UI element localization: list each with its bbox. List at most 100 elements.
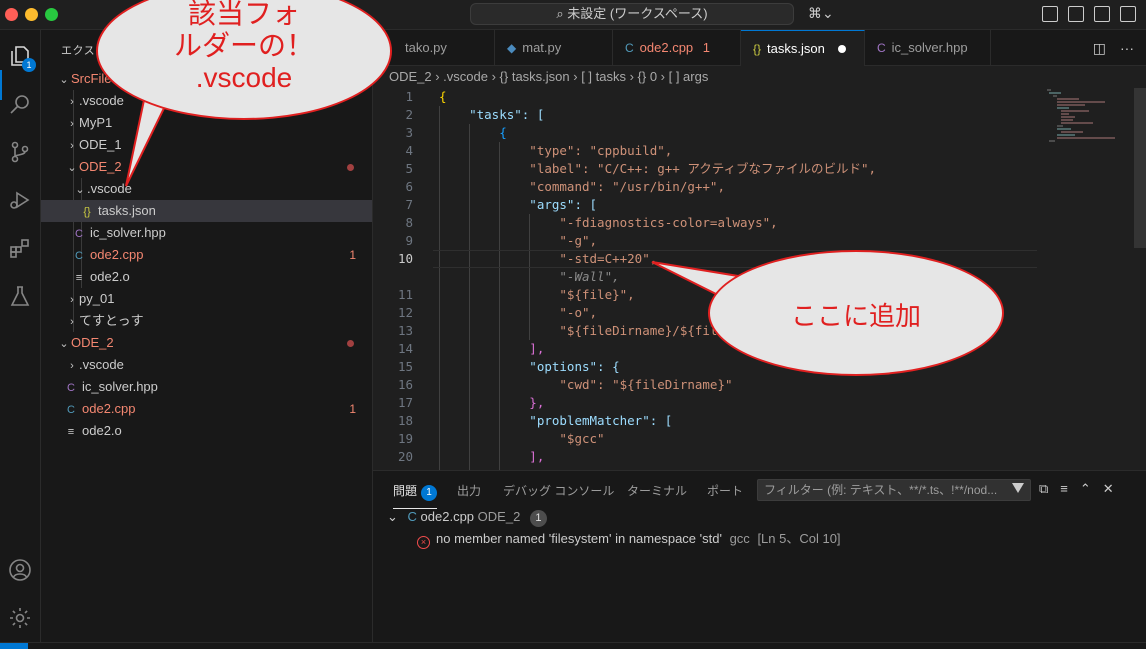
split-editor-icon[interactable]: ◫	[1093, 40, 1106, 57]
code-text: ],	[439, 449, 545, 464]
line-number: 11	[397, 287, 413, 302]
minimize-window-button[interactable]	[25, 8, 38, 21]
tab-tasks-json[interactable]: {} tasks.json	[741, 30, 865, 66]
copilot-icon[interactable]: ⌘⌄	[808, 5, 834, 22]
problem-item[interactable]: × no member named 'filesystem' in namespa…	[417, 529, 841, 549]
more-actions-icon[interactable]: ···	[1120, 40, 1134, 57]
error-icon: ×	[417, 536, 430, 549]
chevron-down-icon: ⌄	[67, 162, 77, 174]
maximize-window-button[interactable]	[45, 8, 58, 21]
source-control-icon[interactable]	[6, 138, 34, 166]
tree-item-ode2-nested[interactable]: ⌄ ODE_2	[41, 156, 372, 178]
tree-item-ic-solver-hpp-2[interactable]: Cic_solver.hpp	[41, 376, 372, 398]
problem-file-name: ode2.cpp	[420, 509, 475, 524]
json-file-icon: {}	[753, 42, 762, 56]
line-number: 6	[405, 179, 413, 194]
code-text: "args": [	[439, 197, 598, 212]
editor-actions: ◫ ···	[1093, 40, 1134, 57]
line-number: 4	[405, 143, 413, 158]
line-number: 15	[397, 359, 413, 374]
tab-terminal[interactable]: ターミナル	[627, 482, 687, 499]
close-window-button[interactable]	[5, 8, 18, 21]
code-line: 5 "label": "C/C++: g++ アクティブなファイルのビルド",	[373, 160, 1053, 178]
tab-debug-console[interactable]: デバッグ コンソール	[503, 482, 614, 499]
explorer-icon[interactable]: 1	[6, 42, 36, 72]
line-number: 9	[405, 233, 413, 248]
problem-folder: ODE_2	[477, 509, 521, 524]
line-number: 2	[405, 107, 413, 122]
code-text: "type": "cppbuild",	[439, 143, 673, 158]
extensions-icon[interactable]	[6, 234, 34, 262]
code-text: {	[439, 125, 507, 140]
command-center-search[interactable]: ⌕ 未設定 (ワークスペース)	[470, 3, 794, 25]
customize-layout-icon[interactable]	[1042, 6, 1058, 22]
chevron-right-icon: ›	[70, 294, 74, 306]
tree-item-tasks-json[interactable]: {} tasks.json	[41, 200, 372, 222]
tree-item-vscode-expanded[interactable]: ⌄ .vscode	[41, 178, 372, 200]
code-line: 18 "problemMatcher": [	[373, 412, 1053, 430]
problem-file-row[interactable]: ⌄ C ode2.cpp ODE_2 1	[387, 507, 547, 527]
search-icon[interactable]	[6, 90, 34, 118]
tree-item-label: ode2.cpp	[90, 247, 144, 262]
filter-icon[interactable]	[1012, 483, 1024, 493]
view-as-list-icon[interactable]: ≡	[1060, 481, 1068, 497]
code-line: 3 {	[373, 124, 1053, 142]
problems-filter-input[interactable]: フィルター (例: テキスト、**/*.ts、!**/nod...	[757, 479, 1031, 501]
cpp-header-file-icon: C	[67, 382, 75, 394]
tree-item-label: ode2.cpp	[82, 401, 136, 416]
tree-item-ode1[interactable]: › ODE_1	[41, 134, 372, 156]
callout-text: ここに追加	[790, 301, 921, 331]
code-text: "command": "/usr/bin/g++",	[439, 179, 725, 194]
code-line: 4 "type": "cppbuild",	[373, 142, 1053, 160]
tab-problems[interactable]: 問題 1	[393, 482, 438, 509]
toggle-panel-icon[interactable]	[1094, 6, 1110, 22]
toggle-secondary-sidebar-icon[interactable]	[1120, 6, 1136, 22]
tab-ode2-cpp[interactable]: Code2.cpp 1	[613, 30, 741, 66]
tab-ports[interactable]: ポート	[707, 482, 743, 499]
code-line: 19 "$gcc"	[373, 430, 1053, 448]
tree-item-ode2-o[interactable]: ≡ ode2.o	[41, 266, 372, 288]
tab-label: tako.py	[405, 40, 447, 55]
code-text: "options": {	[439, 359, 620, 374]
close-panel-icon[interactable]: ✕	[1103, 481, 1114, 497]
editor-tab-bar: tako.py ◆ mat.py Code2.cpp 1 {} tasks.json…	[373, 30, 1146, 66]
tree-item-ode2-cpp[interactable]: Code2.cpp 1	[41, 244, 372, 266]
tree-item-ode2-o-2[interactable]: ≡ ode2.o	[41, 420, 372, 442]
accounts-icon[interactable]	[6, 556, 34, 584]
testing-icon[interactable]	[6, 282, 34, 310]
line-number: 19	[397, 431, 413, 446]
chevron-down-icon: ⌄	[59, 338, 69, 350]
line-number: 8	[405, 215, 413, 230]
status-bar	[0, 642, 1146, 649]
code-text: ],	[439, 341, 545, 356]
settings-gear-icon[interactable]	[6, 604, 34, 632]
tree-item-py01[interactable]: › py_01	[41, 288, 372, 310]
code-line: 8 "-fdiagnostics-color=always",	[373, 214, 1053, 232]
unsaved-dot-icon[interactable]	[838, 45, 847, 53]
run-debug-icon[interactable]	[6, 186, 34, 214]
collapse-all-icon[interactable]: ⧉	[1039, 481, 1048, 497]
tree-item-ic-solver-hpp[interactable]: Cic_solver.hpp	[41, 222, 372, 244]
toggle-sidebar-icon[interactable]	[1068, 6, 1084, 22]
explorer-badge: 1	[22, 58, 36, 72]
tree-item-vscode-2[interactable]: › .vscode	[41, 354, 372, 376]
problem-source: gcc	[729, 531, 750, 546]
maximize-panel-icon[interactable]: ⌃	[1080, 481, 1091, 497]
chevron-down-icon: ⌄	[59, 74, 69, 86]
cpp-file-icon: C	[407, 509, 417, 524]
remote-indicator[interactable]	[0, 643, 28, 649]
tab-output[interactable]: 出力	[457, 482, 481, 499]
tree-item-ode2-root[interactable]: ⌄ ODE_2	[41, 332, 372, 354]
minimap[interactable]	[1045, 88, 1135, 148]
ghost-text-suggestion: "-Wall",	[439, 269, 620, 284]
callout-pointer-top	[125, 100, 170, 187]
editor-scrollbar[interactable]	[1134, 88, 1146, 248]
breadcrumb[interactable]: ODE_2 › .vscode › {} tasks.json › [ ] ta…	[373, 66, 1146, 88]
tree-item-test-folder[interactable]: › てすとっす	[41, 310, 372, 332]
code-text: },	[439, 395, 545, 410]
tab-mat-py[interactable]: ◆ mat.py	[495, 30, 613, 66]
code-text: "-std=C++20",	[439, 251, 658, 266]
tree-item-ode2-cpp-2[interactable]: Code2.cpp 1	[41, 398, 372, 420]
code-text: "cwd": "${fileDirname}"	[439, 377, 733, 392]
tab-ic-solver-hpp[interactable]: Cic_solver.hpp	[865, 30, 991, 66]
